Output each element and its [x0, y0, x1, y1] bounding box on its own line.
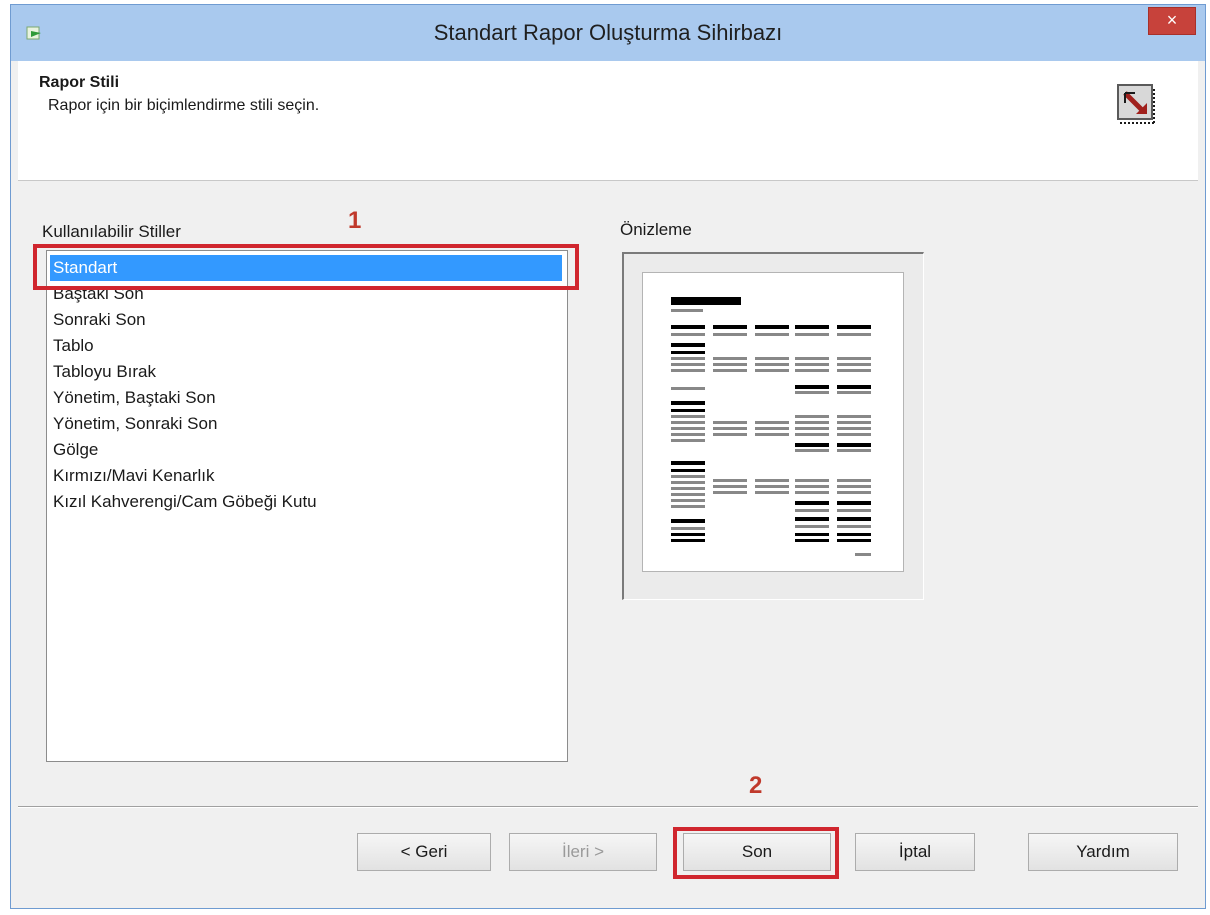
preview-thumbnail [671, 297, 871, 556]
step1-number: 1 [348, 207, 362, 234]
list-item[interactable]: Tablo [47, 333, 567, 359]
footer-divider-highlight [18, 807, 1198, 808]
list-item[interactable]: Kırmızı/Mavi Kenarlık [47, 463, 567, 489]
title-bar[interactable]: Standart Rapor Oluşturma Sihirbazı × [11, 5, 1205, 61]
step1-highlight-box [33, 244, 579, 290]
wizard-window: Standart Rapor Oluşturma Sihirbazı × Rap… [10, 4, 1206, 909]
step-description: Rapor için bir biçimlendirme stili seçin… [48, 97, 320, 114]
preview-page [642, 272, 904, 572]
list-item[interactable]: Yönetim, Sonraki Son [47, 411, 567, 437]
report-style-icon [1117, 84, 1156, 124]
close-button[interactable]: × [1148, 7, 1196, 35]
next-button[interactable]: İleri > [509, 833, 657, 871]
help-button[interactable]: Yardım [1028, 833, 1178, 871]
preview-label: Önizleme [620, 220, 692, 239]
list-item[interactable]: Kızıl Kahverengi/Cam Göbeği Kutu [47, 489, 567, 515]
preview-frame [622, 252, 924, 600]
step2-number: 2 [749, 772, 763, 799]
window-title: Standart Rapor Oluşturma Sihirbazı [433, 20, 783, 45]
list-item[interactable]: Sonraki Son [47, 307, 567, 333]
step2-highlight-box [673, 827, 839, 879]
wizard-header: Rapor Stili Rapor için bir biçimlendirme… [18, 61, 1198, 181]
step-title: Rapor Stili [39, 74, 120, 91]
list-item[interactable]: Tabloyu Bırak [47, 359, 567, 385]
cancel-button[interactable]: İptal [855, 833, 975, 871]
back-button[interactable]: < Geri [357, 833, 491, 871]
list-item[interactable]: Yönetim, Baştaki Son [47, 385, 567, 411]
styles-listbox[interactable]: Standart Baştaki Son Sonraki Son Tablo T… [46, 250, 568, 762]
available-styles-label: Kullanılabilir Stiller [42, 222, 181, 241]
list-item[interactable]: Gölge [47, 437, 567, 463]
